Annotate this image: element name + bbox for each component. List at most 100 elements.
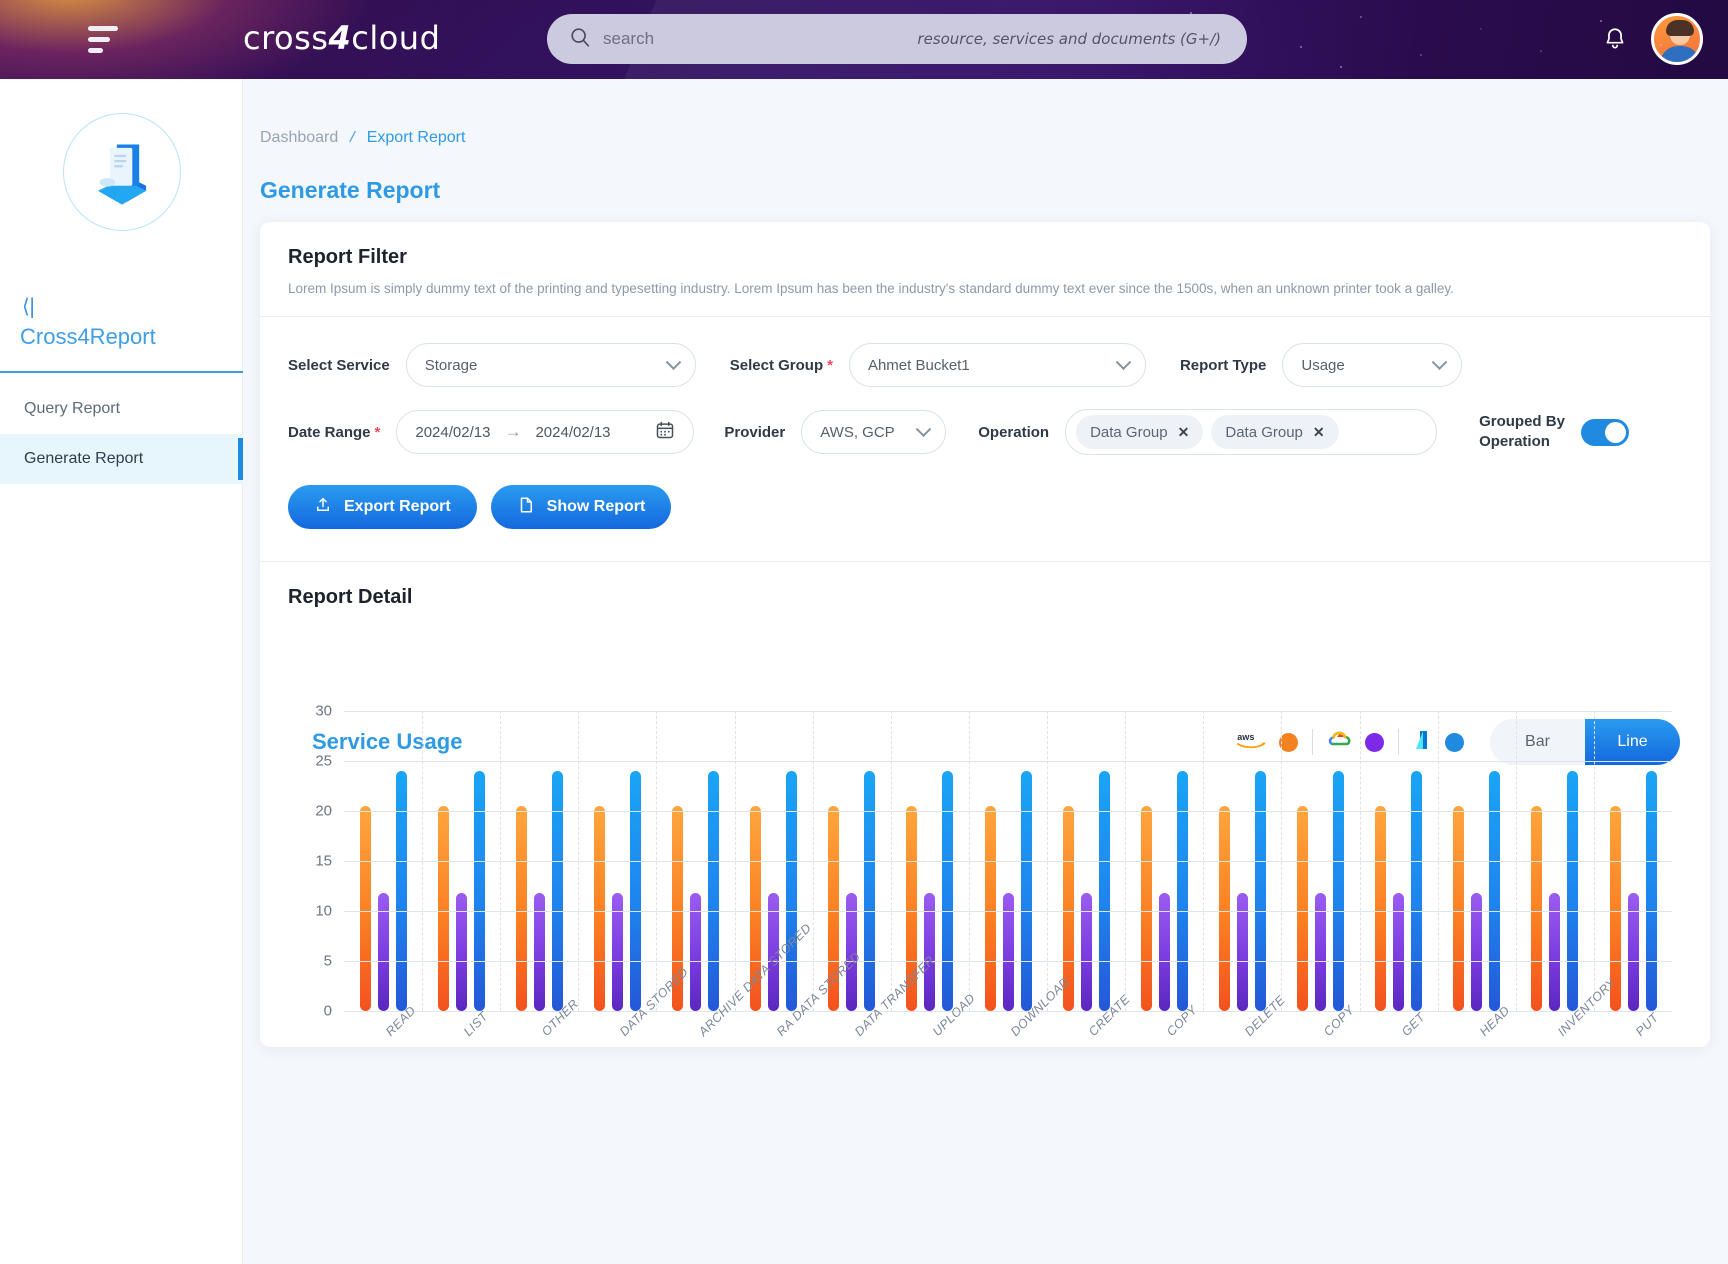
select-service-value: Storage <box>425 357 478 374</box>
bar-aws[interactable] <box>438 806 449 1011</box>
bar-azure[interactable] <box>630 771 641 1011</box>
bar-azure[interactable] <box>1177 771 1188 1011</box>
notification-bell-icon[interactable] <box>1602 26 1628 57</box>
bar-aws[interactable] <box>1453 806 1464 1011</box>
date-range-end[interactable]: 2024/02/13 <box>535 424 610 441</box>
calendar-icon[interactable] <box>655 420 675 444</box>
grouped-label-line1: Grouped By <box>1479 413 1565 430</box>
export-report-button[interactable]: Export Report <box>288 485 477 529</box>
bar-aws[interactable] <box>985 806 996 1011</box>
grid-line <box>344 811 1672 812</box>
grid-line-vertical <box>969 711 970 1011</box>
bar-aws[interactable] <box>1141 806 1152 1011</box>
date-range-start[interactable]: 2024/02/13 <box>415 424 490 441</box>
bar-azure[interactable] <box>1489 771 1500 1011</box>
grouped-by-operation-group: Grouped By Operation <box>1479 412 1629 453</box>
operation-chip-label: Data Group <box>1090 424 1168 441</box>
bar-azure[interactable] <box>864 771 875 1011</box>
date-range-label-text: Date Range <box>288 424 371 441</box>
operation-multiselect[interactable]: Data Group ✕ Data Group ✕ <box>1065 409 1437 455</box>
grid-line-vertical <box>735 711 736 1011</box>
show-report-button[interactable]: Show Report <box>491 485 672 529</box>
sidebar-item-generate-report[interactable]: Generate Report <box>0 434 243 484</box>
bar-aws[interactable] <box>1375 806 1386 1011</box>
breadcrumb-export-report[interactable]: Export Report <box>367 129 466 147</box>
bar-aws[interactable] <box>516 806 527 1011</box>
bar-azure[interactable] <box>552 771 563 1011</box>
bar-aws[interactable] <box>594 806 605 1011</box>
select-service-dropdown[interactable]: Storage <box>406 343 696 387</box>
service-usage-chart: Service Usage aws <box>260 711 1710 1047</box>
sidebar-divider <box>0 371 243 373</box>
header-star <box>1540 50 1542 52</box>
grid-line-vertical <box>500 711 501 1011</box>
bar-aws[interactable] <box>1297 806 1308 1011</box>
provider-dropdown[interactable]: AWS, GCP <box>801 410 946 454</box>
operation-chip[interactable]: Data Group ✕ <box>1211 415 1338 449</box>
bar-azure[interactable] <box>396 771 407 1011</box>
bar-azure[interactable] <box>1099 771 1110 1011</box>
header-star <box>840 60 842 62</box>
x-axis-tick-cell: PUT <box>1594 1021 1672 1171</box>
bar-aws[interactable] <box>360 806 371 1011</box>
sidebar-collapse-icon[interactable]: ⟨| <box>22 294 35 318</box>
bar-aws[interactable] <box>1219 806 1230 1011</box>
bar-azure[interactable] <box>942 771 953 1011</box>
report-type-dropdown[interactable]: Usage <box>1282 343 1462 387</box>
brand-logo[interactable]: cross4cloud <box>243 19 440 57</box>
header-star <box>1010 48 1012 50</box>
bar-azure[interactable] <box>1333 771 1344 1011</box>
search-input[interactable] <box>603 29 917 49</box>
y-axis-tick: 20 <box>315 803 332 820</box>
x-axis-tick-cell: GET <box>1360 1021 1438 1171</box>
operation-chip[interactable]: Data Group ✕ <box>1076 415 1203 449</box>
grid-line-vertical <box>578 711 579 1011</box>
document-icon <box>517 496 535 519</box>
upload-icon <box>314 496 332 519</box>
operation-label: Operation <box>978 424 1049 441</box>
header-star <box>1230 22 1232 24</box>
grid-line-vertical <box>1047 711 1048 1011</box>
grid-line-vertical <box>891 711 892 1011</box>
hamburger-menu-icon[interactable] <box>88 24 122 54</box>
header-star <box>1080 30 1082 32</box>
breadcrumb-dashboard[interactable]: Dashboard <box>260 129 338 147</box>
close-icon[interactable]: ✕ <box>1313 424 1325 441</box>
x-axis-tick: LIST <box>461 1009 491 1039</box>
filter-actions: Export Report Show Report <box>260 455 1710 561</box>
bar-azure[interactable] <box>1646 771 1657 1011</box>
show-report-label: Show Report <box>547 498 646 516</box>
global-search[interactable]: resource, services and documents (G+/) <box>547 14 1247 64</box>
header-star <box>1150 58 1152 60</box>
user-avatar[interactable] <box>1651 13 1703 65</box>
bar-azure[interactable] <box>474 771 485 1011</box>
bar-aws[interactable] <box>1531 806 1542 1011</box>
filter-row-2: Date Range* 2024/02/13 → 2024/02/13 <box>288 409 1682 455</box>
header-star <box>1360 16 1362 18</box>
chevron-down-icon <box>1116 354 1132 370</box>
bar-azure[interactable] <box>1411 771 1422 1011</box>
sidebar-item-query-report[interactable]: Query Report <box>0 384 243 434</box>
close-icon[interactable]: ✕ <box>1178 424 1190 441</box>
sidebar-item-label: Query Report <box>24 400 120 418</box>
x-axis-tick-cell: READ <box>344 1021 422 1171</box>
bar-azure[interactable] <box>1021 771 1032 1011</box>
header-star <box>1660 44 1662 46</box>
bar-azure[interactable] <box>1255 771 1266 1011</box>
chart-grid <box>344 711 1672 1011</box>
chevron-down-icon <box>1432 354 1448 370</box>
chevron-down-icon <box>916 421 932 437</box>
required-asterisk: * <box>827 357 833 374</box>
bar-azure[interactable] <box>708 771 719 1011</box>
date-range-picker[interactable]: 2024/02/13 → 2024/02/13 <box>396 410 694 454</box>
page-title: Generate Report <box>260 177 440 204</box>
arrow-right-icon: → <box>504 422 521 442</box>
grouped-by-operation-toggle[interactable] <box>1581 419 1629 446</box>
provider-label: Provider <box>724 424 785 441</box>
header-star <box>1600 20 1602 22</box>
select-group-dropdown[interactable]: Ahmet Bucket1 <box>849 343 1146 387</box>
bar-azure[interactable] <box>1567 771 1578 1011</box>
report-filter-heading: Report Filter <box>288 246 1682 269</box>
bar-azure[interactable] <box>786 771 797 1011</box>
x-axis-tick-cell: DOWNLOAD <box>969 1021 1047 1171</box>
